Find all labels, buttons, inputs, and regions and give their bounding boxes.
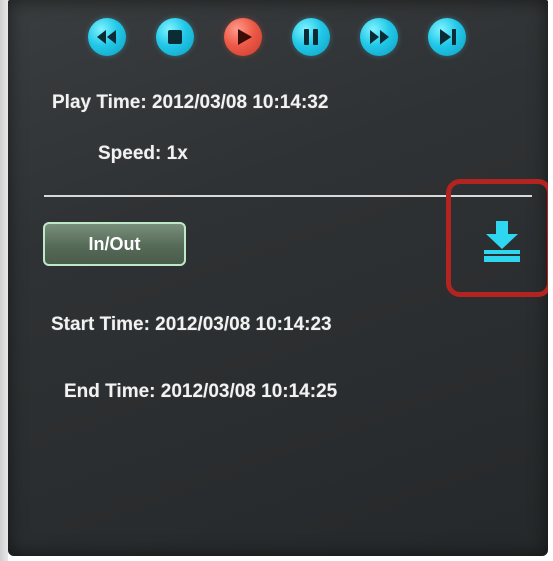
skip-next-icon [440,29,456,45]
stop-button[interactable] [156,18,194,56]
pause-icon [304,29,318,45]
play-button[interactable] [224,18,262,56]
download-highlight-box [446,179,548,297]
stop-icon [168,30,182,44]
device-bezel [0,0,8,561]
playback-panel: Play Time: 2012/03/08 10:14:32 Speed: 1x… [8,0,548,556]
in-out-button[interactable]: In/Out [43,222,186,266]
speed-label: Speed: 1x [98,143,188,164]
download-icon[interactable] [481,219,523,263]
next-frame-button[interactable] [428,18,466,56]
rewind-icon [97,30,116,44]
play-icon [238,29,252,45]
play-time-label: Play Time: 2012/03/08 10:14:32 [52,92,329,113]
start-time-label: Start Time: 2012/03/08 10:14:23 [51,314,332,335]
playback-controls [88,18,488,62]
pause-button[interactable] [292,18,330,56]
fast-forward-icon [370,30,389,44]
fast-forward-button[interactable] [360,18,398,56]
rewind-button[interactable] [88,18,126,56]
end-time-label: End Time: 2012/03/08 10:14:25 [64,381,338,402]
